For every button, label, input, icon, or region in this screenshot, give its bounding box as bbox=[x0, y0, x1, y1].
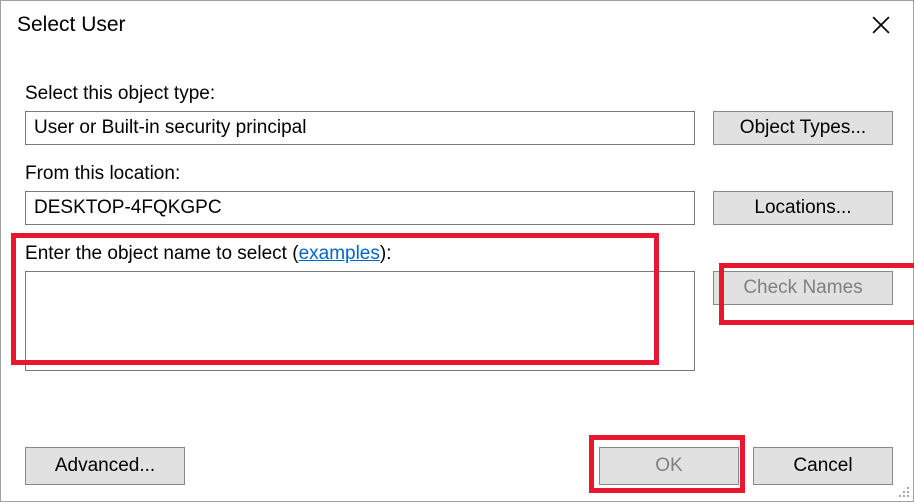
object-types-button[interactable]: Object Types... bbox=[713, 111, 893, 145]
locations-button[interactable]: Locations... bbox=[713, 191, 893, 225]
check-names-button[interactable]: Check Names bbox=[713, 271, 893, 305]
dialog-title: Select User bbox=[17, 13, 126, 37]
location-label: From this location: bbox=[25, 163, 695, 185]
dialog-footer: Advanced... OK Cancel bbox=[25, 447, 893, 485]
location-field bbox=[25, 191, 695, 225]
close-icon bbox=[872, 16, 890, 34]
examples-link[interactable]: examples bbox=[299, 243, 380, 264]
object-name-label: Enter the object name to select (example… bbox=[25, 243, 695, 265]
object-type-field bbox=[25, 111, 695, 145]
close-button[interactable] bbox=[863, 7, 899, 43]
location-row: From this location: Locations... bbox=[25, 163, 893, 225]
ok-button[interactable]: OK bbox=[599, 447, 739, 485]
select-user-dialog: Select User Select this object type: Obj… bbox=[0, 0, 914, 502]
advanced-button[interactable]: Advanced... bbox=[25, 447, 185, 485]
dialog-body: Select this object type: Object Types...… bbox=[1, 49, 913, 376]
resize-grip[interactable] bbox=[895, 483, 911, 499]
object-name-section: Enter the object name to select (example… bbox=[25, 243, 893, 376]
titlebar: Select User bbox=[1, 1, 913, 49]
object-name-input[interactable] bbox=[25, 271, 695, 371]
cancel-button[interactable]: Cancel bbox=[753, 447, 893, 485]
object-type-row: Select this object type: Object Types... bbox=[25, 83, 893, 145]
object-type-label: Select this object type: bbox=[25, 83, 695, 105]
resize-grip-icon bbox=[895, 483, 911, 499]
